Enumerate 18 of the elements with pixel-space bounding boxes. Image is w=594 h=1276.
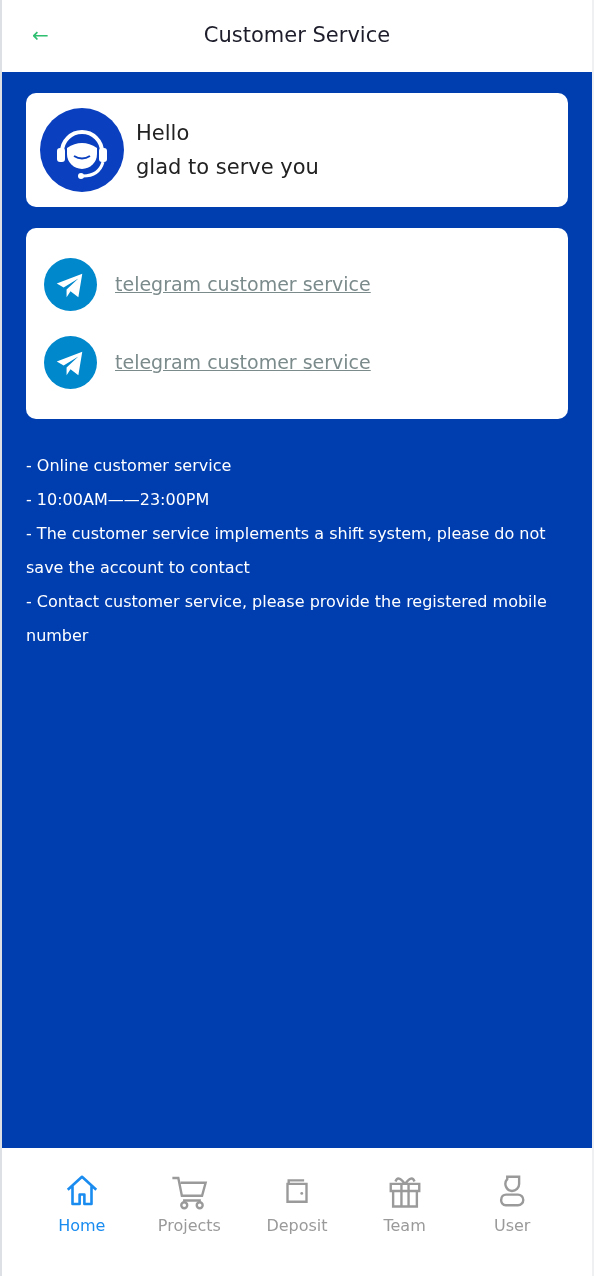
paper-plane-icon[interactable]	[44, 336, 97, 389]
nav-tab[interactable]: Deposit	[243, 1172, 351, 1244]
back-button[interactable]: ←	[32, 20, 49, 50]
nav-tab[interactable]: Projects	[135, 1172, 244, 1244]
note-text: - 10:00AM——23:00PM	[26, 489, 211, 511]
nav-tab[interactable]: User	[458, 1172, 566, 1244]
nav-tab[interactable]: Team	[350, 1172, 459, 1244]
note-text: - The customer service implements a shift system, please do not save the account to contact	[26, 523, 547, 579]
greeting-text: Hello	[136, 120, 191, 147]
nav-tab[interactable]: Home	[28, 1172, 136, 1244]
page-title: Customer Service	[203, 22, 391, 50]
note-text: - Contact customer service, please provide the registered mobile number	[26, 591, 548, 647]
contact-link[interactable]: telegram customer service	[115, 270, 371, 299]
paper-plane-icon[interactable]	[44, 258, 97, 311]
greeting-text: glad to serve you	[136, 154, 319, 181]
contact-link[interactable]: telegram customer service	[115, 348, 371, 377]
note-text: - Online customer service	[26, 455, 233, 477]
support-agent-icon	[40, 108, 124, 192]
